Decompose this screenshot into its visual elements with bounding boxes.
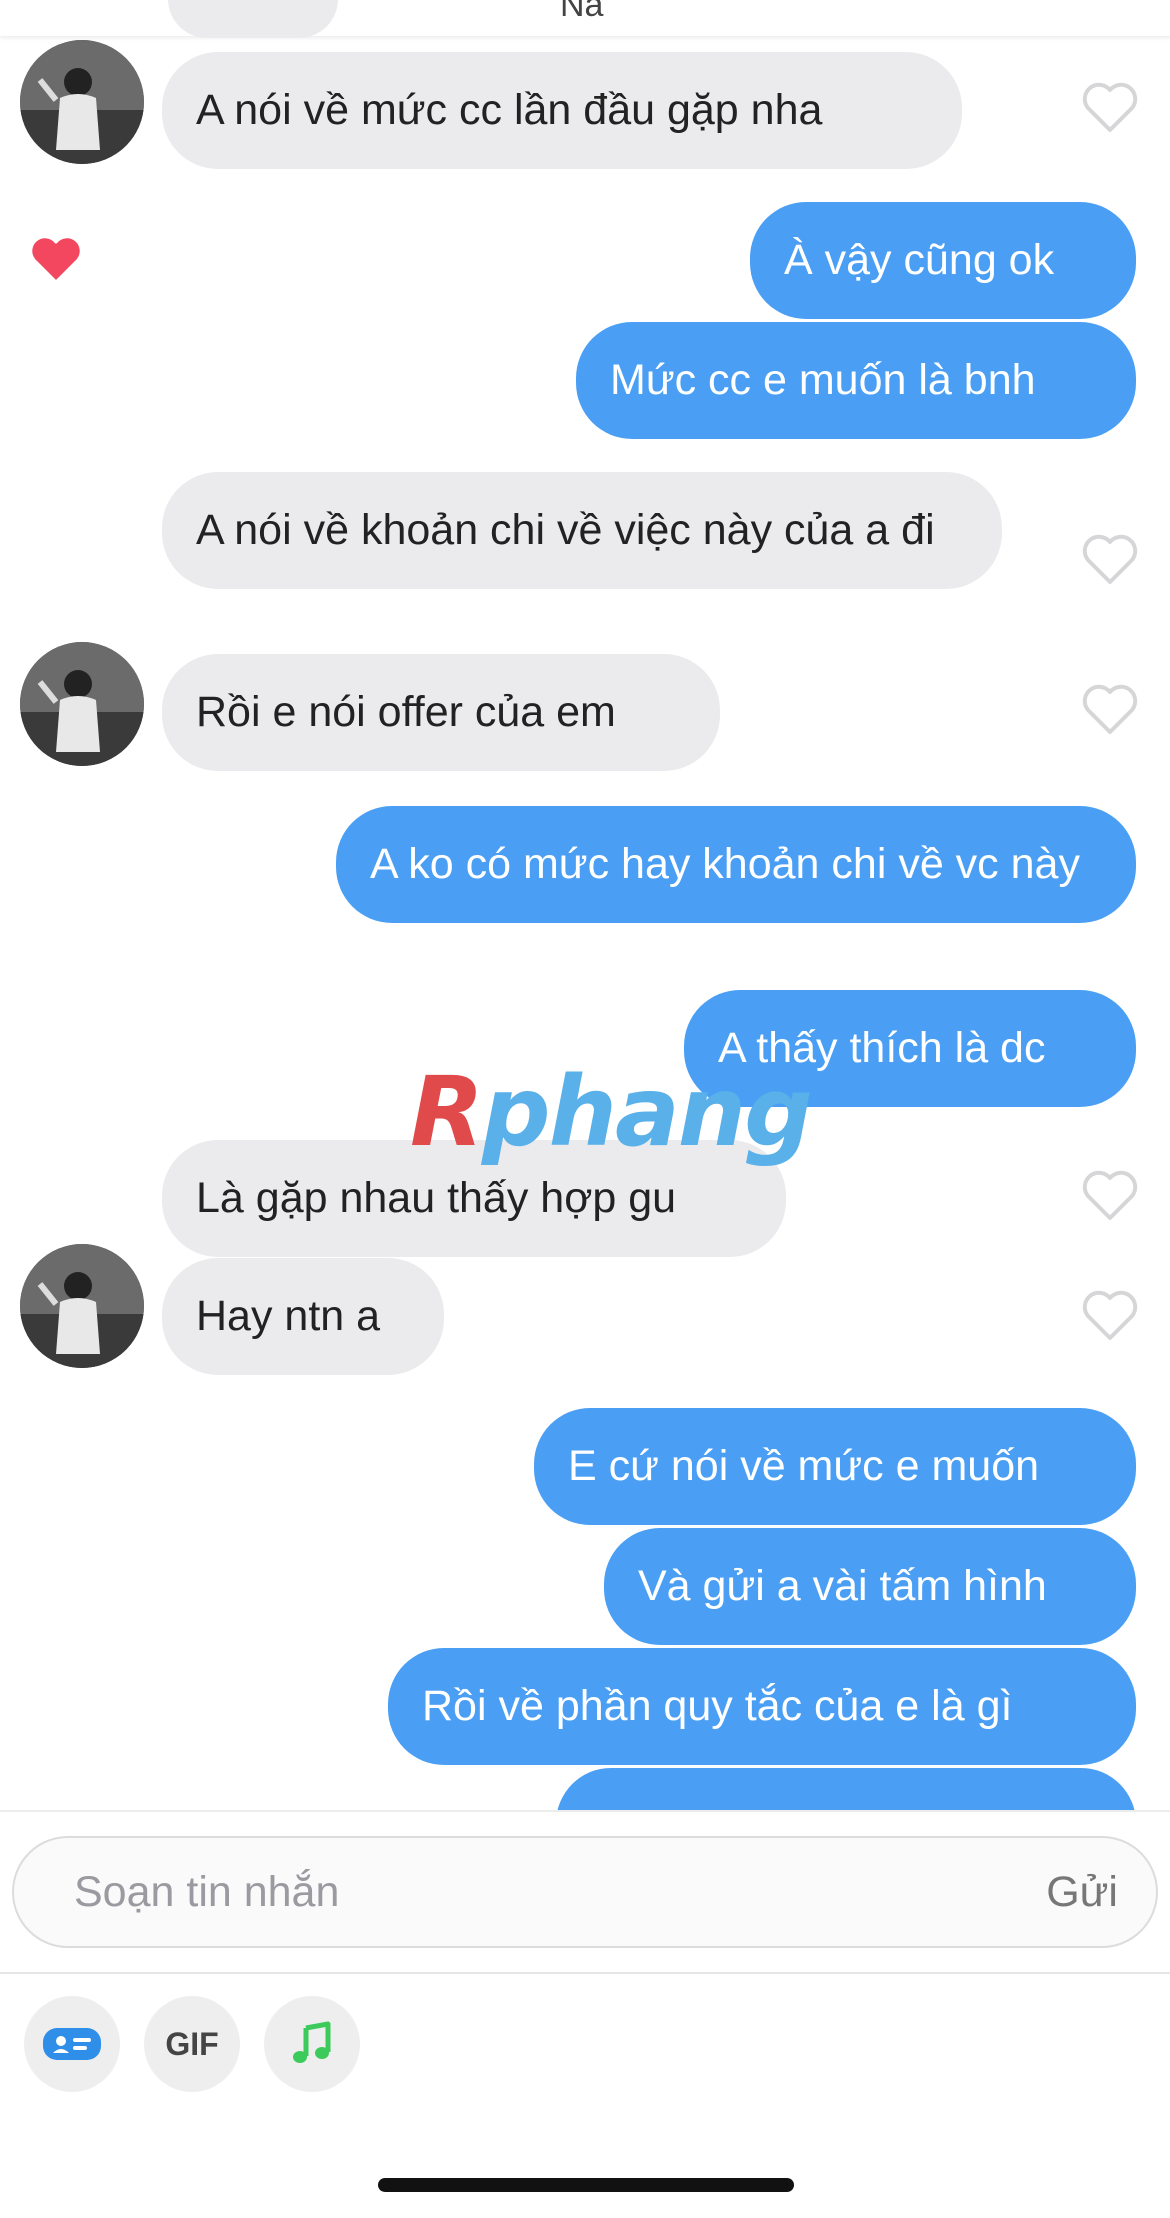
message-bubble-incoming[interactable]: Hay ntn a bbox=[162, 1258, 444, 1375]
message-bubble-incoming[interactable]: A nói về mức cc lần đầu gặp nha bbox=[162, 52, 962, 169]
like-heart-icon[interactable] bbox=[1080, 78, 1140, 134]
gif-button[interactable]: GIF bbox=[144, 1996, 240, 2092]
message-text: Mức cc e muốn là bnh bbox=[610, 356, 1036, 404]
contact-card-icon bbox=[43, 2028, 101, 2060]
message-bubble-outgoing[interactable]: E cứ nói về mức e muốn bbox=[534, 1408, 1136, 1525]
message-bubble-outgoing[interactable]: A ko có mức hay khoản chi về vc này bbox=[336, 806, 1136, 923]
message-bubble-outgoing[interactable]: Rồi về phần quy tắc của e là gì bbox=[388, 1648, 1136, 1765]
message-text: Rồi e nói offer của em bbox=[196, 688, 616, 736]
like-heart-icon[interactable] bbox=[1080, 1166, 1140, 1222]
message-text: A nói về khoản chi về việc này của a đi bbox=[196, 506, 935, 554]
like-heart-icon[interactable] bbox=[1080, 680, 1140, 736]
divider bbox=[0, 1972, 1170, 1974]
message-bubble-outgoing[interactable]: Mức cc e muốn là bnh bbox=[576, 322, 1136, 439]
music-button[interactable] bbox=[264, 1996, 360, 2092]
send-button[interactable]: Gửi bbox=[1046, 1838, 1118, 1946]
like-heart-icon[interactable] bbox=[1080, 530, 1140, 586]
message-input[interactable]: Soạn tin nhắn Gửi bbox=[12, 1836, 1158, 1948]
conversation-header: Na bbox=[0, 0, 1170, 38]
liked-heart-icon[interactable] bbox=[26, 230, 86, 286]
like-heart-icon[interactable] bbox=[1080, 1286, 1140, 1342]
contact-card-button[interactable] bbox=[24, 1996, 120, 2092]
contact-avatar[interactable] bbox=[20, 1244, 144, 1368]
message-text: Là gặp nhau thấy hợp gu bbox=[196, 1174, 677, 1222]
chat-screen: Na A nói về mức cc lần đầu gặp nha À vậy… bbox=[0, 0, 1170, 2218]
message-text: A ko có mức hay khoản chi về vc này bbox=[370, 840, 1080, 888]
partial-message-bubble bbox=[168, 0, 338, 38]
message-bubble-outgoing[interactable]: Và gửi a vài tấm hình bbox=[604, 1528, 1136, 1645]
message-input-placeholder[interactable]: Soạn tin nhắn bbox=[74, 1838, 339, 1946]
message-text: E cứ nói về mức e muốn bbox=[568, 1442, 1040, 1490]
divider bbox=[0, 1810, 1170, 1812]
message-text: A nói về mức cc lần đầu gặp nha bbox=[196, 86, 823, 134]
contact-name[interactable]: Na bbox=[560, 0, 603, 25]
contact-avatar[interactable] bbox=[20, 40, 144, 164]
message-list[interactable]: A nói về mức cc lần đầu gặp nha À vậy cũ… bbox=[0, 36, 1170, 1810]
message-text: Rồi về phần quy tắc của e là gì bbox=[422, 1682, 1013, 1730]
message-text: Và gửi a vài tấm hình bbox=[638, 1562, 1047, 1610]
message-text: À vậy cũng ok bbox=[784, 236, 1055, 284]
message-bubble-incoming[interactable]: A nói về khoản chi về việc này của a đi bbox=[162, 472, 1002, 589]
message-text: Hay ntn a bbox=[196, 1292, 381, 1340]
gif-label: GIF bbox=[165, 2025, 219, 2062]
message-bubble-outgoing-partial[interactable] bbox=[556, 1768, 1136, 1810]
message-bubble-outgoing[interactable]: À vậy cũng ok bbox=[750, 202, 1136, 319]
contact-avatar[interactable] bbox=[20, 642, 144, 766]
watermark-logo: Rphang bbox=[410, 1056, 813, 1168]
home-indicator[interactable] bbox=[378, 2178, 794, 2192]
message-bubble-incoming[interactable]: Rồi e nói offer của em bbox=[162, 654, 720, 771]
music-note-icon bbox=[293, 2021, 331, 2063]
